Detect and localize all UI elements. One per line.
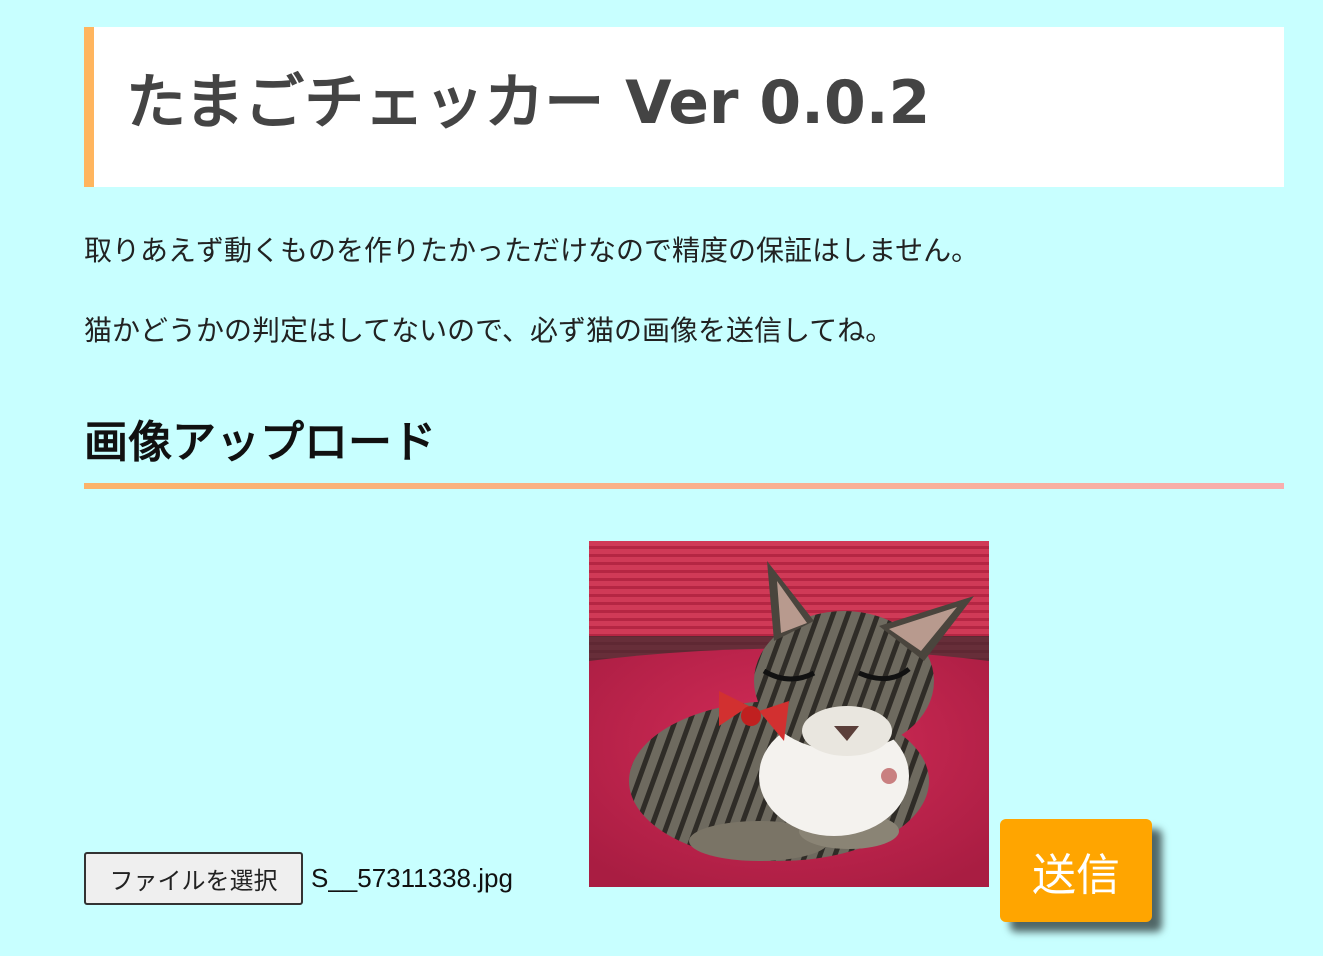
upload-heading: 画像アップロード (84, 417, 436, 468)
intro-line-2: 猫かどうかの判定はしてないので、必ず猫の画像を送信してね。 (84, 314, 894, 347)
submit-button[interactable]: 送信 (1000, 819, 1152, 922)
image-preview (589, 541, 989, 887)
heading-underline (84, 483, 1284, 489)
file-select-button[interactable]: ファイルを選択 (84, 852, 303, 905)
selected-file-name: S__57311338.jpg (311, 863, 513, 893)
page-title: たまごチェッカー Ver 0.0.2 (126, 68, 931, 138)
title-box: たまごチェッカー Ver 0.0.2 (84, 27, 1284, 187)
intro-line-1: 取りあえず動くものを作りたかっただけなので精度の保証はしません。 (84, 234, 980, 267)
cat-photo-icon (589, 541, 989, 887)
